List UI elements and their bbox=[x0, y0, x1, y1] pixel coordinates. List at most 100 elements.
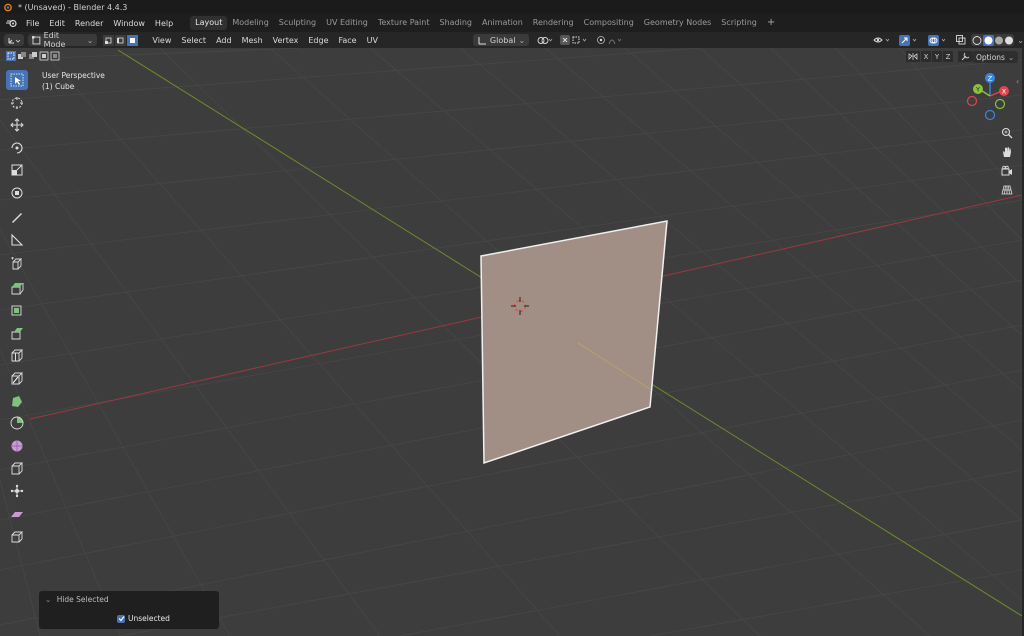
select-subtract-button[interactable] bbox=[28, 51, 38, 61]
chevron-down-icon: ⌄ bbox=[86, 35, 94, 45]
measure-tool[interactable] bbox=[6, 230, 28, 250]
menu-edit[interactable]: Edit bbox=[44, 19, 70, 28]
loop-cut-icon bbox=[11, 349, 24, 362]
header-menu-mesh[interactable]: Mesh bbox=[237, 36, 268, 45]
spin-tool[interactable] bbox=[6, 413, 28, 433]
tab-compositing[interactable]: Compositing bbox=[579, 16, 639, 30]
header-menu-view[interactable]: View bbox=[147, 36, 176, 45]
overlays-icon bbox=[928, 34, 946, 46]
menu-window[interactable]: Window bbox=[108, 19, 150, 28]
options-dropdown[interactable]: Options ⌄ bbox=[972, 51, 1019, 63]
vertex-select-button[interactable] bbox=[103, 34, 115, 46]
tab-modeling[interactable]: Modeling bbox=[227, 16, 273, 30]
select-intersect-button[interactable] bbox=[50, 51, 60, 61]
select-extend-button[interactable] bbox=[17, 51, 27, 61]
gizmo-arrow-icon bbox=[898, 34, 916, 46]
mode-dropdown[interactable]: Edit Mode ⌄ bbox=[27, 31, 98, 49]
mirror-y-button[interactable]: Y bbox=[932, 51, 942, 62]
rip-region-tool[interactable] bbox=[6, 526, 28, 546]
add-workspace-button[interactable]: + bbox=[762, 16, 780, 30]
proportional-editing-button[interactable] bbox=[596, 34, 624, 46]
gizmo-z-negative[interactable] bbox=[984, 109, 996, 121]
zoom-button[interactable] bbox=[998, 124, 1016, 142]
move-tool[interactable] bbox=[6, 115, 28, 135]
rotate-tool[interactable] bbox=[6, 138, 28, 158]
overlays-toggle-button[interactable] bbox=[927, 34, 951, 46]
header-menu-vertex[interactable]: Vertex bbox=[268, 36, 304, 45]
select-new-button[interactable] bbox=[6, 51, 16, 61]
xray-icon bbox=[956, 35, 966, 45]
header-menu-add[interactable]: Add bbox=[211, 36, 237, 45]
editor-type-button[interactable] bbox=[4, 34, 24, 46]
visibility-selectability-button[interactable] bbox=[872, 34, 894, 46]
navigation-gizmo[interactable]: Z X Y bbox=[964, 70, 1016, 122]
wrench-tool-settings-button[interactable] bbox=[958, 51, 972, 62]
edge-slide-tool[interactable] bbox=[6, 458, 28, 478]
shrink-fatten-tool[interactable] bbox=[6, 481, 28, 501]
mesh-face[interactable] bbox=[480, 220, 668, 465]
shading-options-chevron-icon[interactable]: ⌄ bbox=[1017, 36, 1024, 45]
gizmo-toggle-button[interactable] bbox=[898, 34, 922, 46]
extrude-tool[interactable] bbox=[6, 278, 28, 298]
loop-cut-tool[interactable] bbox=[6, 345, 28, 365]
axes-editor-icon bbox=[8, 37, 21, 43]
header-menu-edge[interactable]: Edge bbox=[303, 36, 333, 45]
transform-orientation-dropdown[interactable]: Global ⌄ bbox=[472, 34, 530, 46]
mirror-x-button[interactable]: X bbox=[921, 51, 931, 62]
mirror-z-button[interactable]: Z bbox=[943, 51, 953, 62]
transform-tool[interactable] bbox=[6, 183, 28, 203]
cursor-tool[interactable] bbox=[6, 93, 28, 113]
tab-scripting[interactable]: Scripting bbox=[716, 16, 762, 30]
smooth-tool[interactable] bbox=[6, 436, 28, 456]
inset-tool[interactable] bbox=[6, 300, 28, 320]
sidebar-toggle-icon[interactable]: ‹ bbox=[1016, 77, 1019, 86]
tab-uv-editing[interactable]: UV Editing bbox=[321, 16, 373, 30]
tab-shading[interactable]: Shading bbox=[434, 16, 477, 30]
3d-viewport[interactable]: User Perspective (1) Cube bbox=[0, 48, 1022, 636]
blender-menu-icon[interactable] bbox=[3, 18, 21, 28]
tab-animation[interactable]: Animation bbox=[477, 16, 528, 30]
unselected-checkbox[interactable] bbox=[117, 614, 125, 623]
header-menu-uv[interactable]: UV bbox=[362, 36, 383, 45]
select-invert-button[interactable] bbox=[39, 51, 49, 61]
spin-icon bbox=[10, 416, 24, 430]
knife-tool[interactable] bbox=[6, 368, 28, 388]
header-menu-select[interactable]: Select bbox=[176, 36, 211, 45]
annotate-tool[interactable] bbox=[6, 207, 28, 227]
bevel-tool[interactable] bbox=[6, 323, 28, 343]
menu-help[interactable]: Help bbox=[150, 19, 178, 28]
header-menu-face[interactable]: Face bbox=[334, 36, 362, 45]
gizmo-y-negative[interactable] bbox=[994, 98, 1006, 110]
pan-button[interactable] bbox=[998, 143, 1016, 161]
snapping-button[interactable] bbox=[559, 34, 591, 46]
shear-tool[interactable] bbox=[6, 504, 28, 524]
perspective-toggle-button[interactable] bbox=[998, 181, 1016, 199]
mirror-toggle-button[interactable] bbox=[906, 51, 920, 62]
tab-rendering[interactable]: Rendering bbox=[528, 16, 579, 30]
poly-build-tool[interactable] bbox=[6, 391, 28, 411]
select-box-tool[interactable] bbox=[6, 70, 28, 90]
gizmo-x-label: X bbox=[1002, 88, 1007, 96]
tab-geometry-nodes[interactable]: Geometry Nodes bbox=[639, 16, 716, 30]
pivot-point-button[interactable] bbox=[535, 34, 555, 46]
gizmo-x-negative[interactable] bbox=[966, 95, 978, 107]
panel-header[interactable]: ⌄ Hide Selected bbox=[45, 595, 109, 604]
transform-icon bbox=[11, 187, 23, 199]
menu-file[interactable]: File bbox=[21, 19, 44, 28]
unselected-checkbox-row[interactable]: Unselected bbox=[117, 614, 170, 623]
add-cube-tool[interactable] bbox=[6, 254, 28, 274]
menu-render[interactable]: Render bbox=[70, 19, 108, 28]
scale-tool[interactable] bbox=[6, 160, 28, 180]
zoom-magnifier-icon bbox=[1001, 127, 1013, 139]
edge-select-button[interactable] bbox=[115, 34, 127, 46]
shading-mode-group[interactable] bbox=[970, 34, 1015, 46]
active-object-label: (1) Cube bbox=[42, 82, 75, 91]
view-perspective-label: User Perspective bbox=[42, 71, 105, 80]
face-select-button[interactable] bbox=[127, 34, 139, 46]
tab-layout[interactable]: Layout bbox=[190, 16, 228, 30]
camera-view-button[interactable] bbox=[998, 162, 1016, 180]
tab-texture-paint[interactable]: Texture Paint bbox=[373, 16, 435, 30]
xray-toggle-button[interactable] bbox=[955, 34, 967, 46]
tab-sculpting[interactable]: Sculpting bbox=[274, 16, 321, 30]
last-operator-panel: ⌄ Hide Selected Unselected bbox=[39, 591, 219, 629]
